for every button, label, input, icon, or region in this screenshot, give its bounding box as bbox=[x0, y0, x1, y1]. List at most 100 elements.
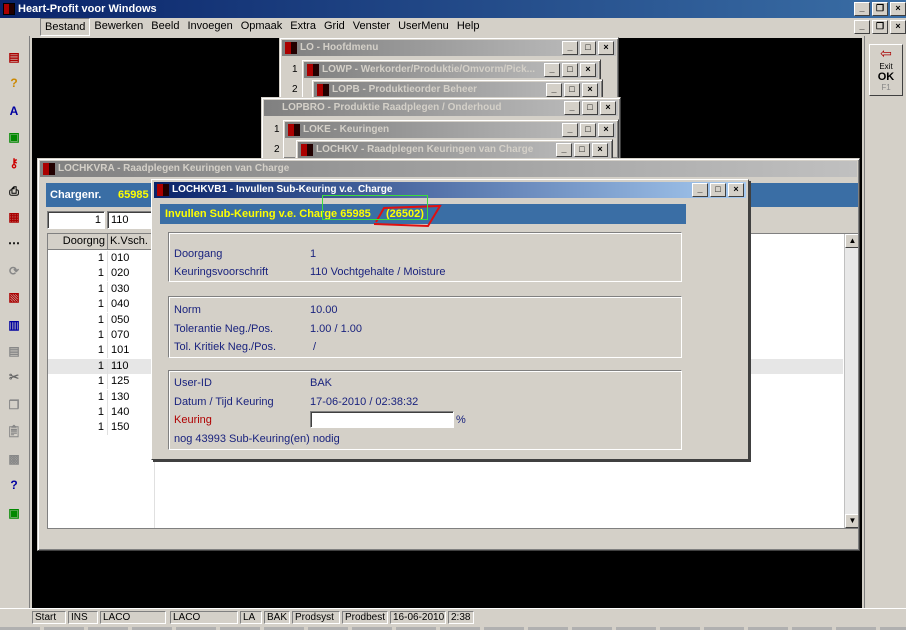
delete-icon[interactable]: ▩ bbox=[5, 450, 23, 468]
maximize-button[interactable]: □ bbox=[580, 123, 596, 137]
cut-icon[interactable]: ✂ bbox=[5, 368, 23, 386]
window-title-lopbro[interactable]: LOPBRO - Produktie Raadplegen / Onderhou… bbox=[264, 100, 618, 116]
cell-doorgang: 1 bbox=[48, 251, 108, 266]
maximize-button[interactable]: □ bbox=[574, 143, 590, 157]
keuring-input[interactable] bbox=[310, 411, 454, 428]
green-highlight-box bbox=[322, 195, 428, 220]
window-title-lopb[interactable]: LOPB - Produktieorder Beheer _ □ × bbox=[314, 82, 600, 98]
maximize-button[interactable]: □ bbox=[580, 41, 596, 55]
window-icon[interactable]: ▦ bbox=[5, 208, 23, 226]
kritiek-value: / bbox=[313, 341, 317, 353]
maximize-button[interactable]: □ bbox=[710, 183, 726, 197]
window-title-text: LOPBRO - Produktie Raadplegen / Onderhou… bbox=[282, 102, 502, 113]
window-title-lowp[interactable]: LOWP - Werkorder/Produktie/Omvorm/Pick..… bbox=[304, 62, 598, 78]
cell-doorgang: 1 bbox=[48, 312, 108, 328]
dialog-title: LOCHKVB1 - Invullen Sub-Keuring v.e. Cha… bbox=[172, 184, 393, 195]
insert-icon[interactable]: ▣ bbox=[5, 128, 23, 146]
cell-doorgang: 1 bbox=[48, 358, 108, 374]
user-icon[interactable]: ▣ bbox=[5, 504, 23, 522]
minimize-button[interactable]: _ bbox=[544, 63, 560, 77]
refresh-icon[interactable]: ⟳ bbox=[5, 262, 23, 280]
close-button[interactable]: × bbox=[600, 101, 616, 115]
close-button[interactable]: × bbox=[598, 123, 614, 137]
window-icon bbox=[157, 184, 169, 196]
grid-vertical-scrollbar[interactable]: ▲ ▼ bbox=[844, 234, 858, 528]
voorschrift-input-value: 110 bbox=[111, 214, 129, 226]
doorgang-input-value: 1 bbox=[94, 214, 101, 226]
menu-help[interactable]: Help bbox=[453, 18, 484, 36]
minimize-button[interactable]: _ bbox=[564, 101, 580, 115]
status-bar: Start INS LACO LACO LA BAK Prodsyst Prod… bbox=[0, 608, 906, 630]
window-number: 2 bbox=[292, 84, 298, 95]
table-icon[interactable]: ▤ bbox=[5, 342, 23, 360]
cell-kvsch: 101 bbox=[108, 343, 154, 359]
maximize-button[interactable]: □ bbox=[582, 101, 598, 115]
window-number: 1 bbox=[292, 64, 298, 75]
group-user: User-ID BAK Datum / Tijd Keuring 17-06-2… bbox=[168, 370, 682, 450]
dialog-lochkvb1[interactable]: LOCHKVB1 - Invullen Sub-Keuring v.e. Cha… bbox=[151, 179, 749, 460]
minimize-button[interactable]: _ bbox=[556, 143, 572, 157]
close-button[interactable]: × bbox=[580, 63, 596, 77]
query-icon[interactable]: ? bbox=[5, 476, 23, 494]
mdi-minimize-button[interactable]: _ bbox=[854, 20, 870, 34]
close-button[interactable]: × bbox=[728, 183, 744, 197]
print-icon[interactable]: ⎙ bbox=[5, 182, 23, 200]
minimize-button[interactable]: _ bbox=[562, 41, 578, 55]
minimize-button[interactable]: _ bbox=[562, 123, 578, 137]
cell-kvsch: 020 bbox=[108, 266, 154, 282]
mdi-close-button[interactable]: × bbox=[890, 20, 906, 34]
window-title-loke[interactable]: LOKE - Keuringen _ □ × bbox=[285, 122, 616, 138]
cell-doorgang: 1 bbox=[48, 281, 108, 297]
export-icon[interactable]: ▧ bbox=[5, 288, 23, 306]
dialog-titlebar[interactable]: LOCHKVB1 - Invullen Sub-Keuring v.e. Cha… bbox=[154, 182, 746, 198]
chart-icon[interactable]: ▥ bbox=[5, 316, 23, 334]
minimize-button[interactable]: _ bbox=[692, 183, 708, 197]
status-ins: INS bbox=[68, 611, 98, 624]
doorgang-input[interactable]: 1 bbox=[47, 211, 105, 229]
paste-icon[interactable]: 📋︎ bbox=[5, 422, 23, 440]
dots-icon[interactable]: ⋯ bbox=[5, 234, 23, 252]
menu-extra[interactable]: Extra bbox=[286, 18, 320, 36]
app-titlebar: Heart-Profit voor Windows _ ❐ × bbox=[0, 0, 906, 18]
mdi-restore-button[interactable]: ❐ bbox=[872, 20, 888, 34]
scroll-down-button[interactable]: ▼ bbox=[845, 514, 858, 528]
window-title-lochkv[interactable]: LOCHKV - Raadplegen Keuringen van Charge… bbox=[298, 142, 610, 158]
menu-venster[interactable]: Venster bbox=[349, 18, 394, 36]
close-button[interactable]: × bbox=[890, 2, 906, 16]
close-button[interactable]: × bbox=[582, 83, 598, 97]
font-icon[interactable]: A bbox=[5, 102, 23, 120]
status-user: BAK bbox=[264, 611, 290, 624]
minimize-button[interactable]: _ bbox=[854, 2, 870, 16]
cell-kvsch: 125 bbox=[108, 374, 154, 390]
window-title-lo[interactable]: LO - Hoofdmenu _ □ × bbox=[282, 40, 616, 56]
maximize-button[interactable]: □ bbox=[562, 63, 578, 77]
window-title-lochkvra[interactable]: LOCHKVRA - Raadplegen Keuringen van Char… bbox=[40, 161, 857, 177]
status-prodbest: Prodbest bbox=[342, 611, 388, 624]
menu-usermenu[interactable]: UserMenu bbox=[394, 18, 453, 36]
exit-button[interactable]: ⇦ Exit OK F1 bbox=[869, 44, 903, 96]
col-header-kvsch[interactable]: K.Vsch. bbox=[108, 234, 154, 250]
charge-label: Chargenr. bbox=[50, 189, 102, 201]
minimize-button[interactable]: _ bbox=[546, 83, 562, 97]
key-icon[interactable]: ⚷ bbox=[5, 154, 23, 172]
form-icon[interactable]: ▤ bbox=[5, 48, 23, 66]
menu-invoegen[interactable]: Invoegen bbox=[183, 18, 236, 36]
help-icon[interactable]: ? bbox=[5, 74, 23, 92]
status-prodsyst: Prodsyst bbox=[292, 611, 340, 624]
maximize-button[interactable]: □ bbox=[564, 83, 580, 97]
restore-button[interactable]: ❐ bbox=[872, 2, 888, 16]
menu-beeld[interactable]: Beeld bbox=[147, 18, 183, 36]
menu-bewerken[interactable]: Bewerken bbox=[90, 18, 147, 36]
window-icon bbox=[317, 84, 329, 96]
menu-bestand[interactable]: Bestand bbox=[40, 18, 91, 36]
menu-grid[interactable]: Grid bbox=[320, 18, 349, 36]
menu-opmaak[interactable]: Opmaak bbox=[237, 18, 287, 36]
copy-icon[interactable]: ❐ bbox=[5, 396, 23, 414]
cell-doorgang: 1 bbox=[48, 328, 108, 343]
close-button[interactable]: × bbox=[592, 143, 608, 157]
norm-label: Norm bbox=[174, 304, 201, 316]
charge-number: 65985 bbox=[118, 189, 149, 201]
close-button[interactable]: × bbox=[598, 41, 614, 55]
col-header-doorgang[interactable]: Doorgng bbox=[48, 234, 108, 250]
scroll-up-button[interactable]: ▲ bbox=[845, 234, 858, 248]
